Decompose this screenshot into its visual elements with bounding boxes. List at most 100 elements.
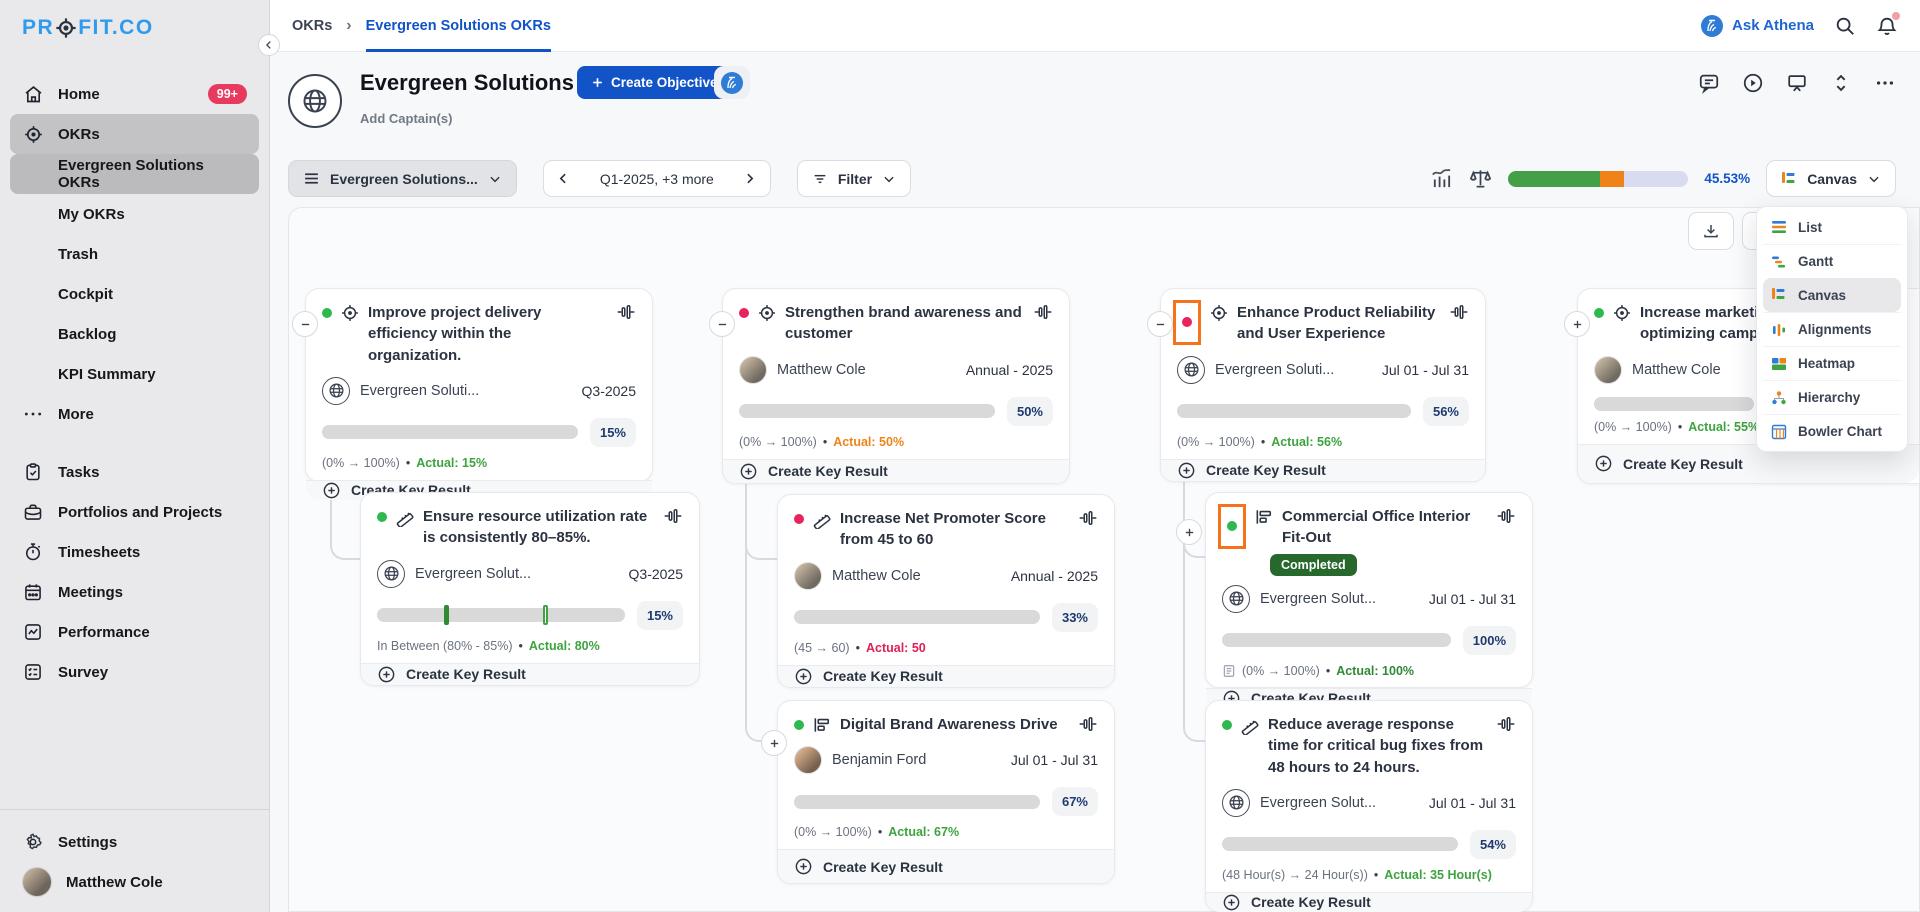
menu-item-heatmap[interactable]: Heatmap — [1763, 346, 1901, 380]
menu-item-gantt[interactable]: Gantt — [1763, 244, 1901, 278]
sidebar-item-meetings[interactable]: Meetings — [10, 572, 259, 612]
search-icon[interactable] — [1834, 15, 1856, 37]
plus-icon — [591, 76, 604, 89]
minus-icon — [717, 319, 728, 330]
expand-collapse-icon[interactable] — [1830, 72, 1852, 94]
key-result-card[interactable]: Commercial Office Interior Fit-Out Compl… — [1205, 492, 1533, 688]
analytics-icon[interactable] — [1430, 167, 1453, 190]
menu-item-canvas[interactable]: Canvas — [1763, 278, 1901, 312]
project-card[interactable]: Digital Brand Awareness Drive Benjamin F… — [777, 700, 1115, 884]
sidebar-item-cockpit[interactable]: Cockpit — [10, 274, 259, 314]
balance-scale-icon[interactable] — [1469, 167, 1492, 190]
view-selector-dropdown[interactable]: Canvas — [1766, 160, 1896, 197]
alignment-icon[interactable] — [616, 302, 636, 322]
objective-title[interactable]: Strengthen brand awareness and customer — [785, 302, 1025, 345]
more-options-icon[interactable] — [1874, 72, 1896, 94]
menu-item-bowler-chart[interactable]: Bowler Chart — [1763, 414, 1901, 448]
objective-card[interactable]: Strengthen brand awareness and customer … — [722, 288, 1070, 484]
objective-title[interactable]: Enhance Product Reliability and User Exp… — [1237, 302, 1441, 345]
menu-item-alignments[interactable]: Alignments — [1763, 312, 1901, 346]
alignment-icon[interactable] — [1496, 506, 1516, 526]
filter-button[interactable]: Filter — [797, 160, 911, 197]
alignment-icon[interactable] — [1449, 302, 1469, 322]
objective-target-icon — [757, 303, 777, 323]
collapse-node-button[interactable] — [1147, 311, 1173, 337]
range-text: (0% → 100%) — [739, 435, 817, 449]
key-result-title[interactable]: Reduce average response time for critica… — [1268, 714, 1488, 778]
status-dot — [794, 514, 804, 524]
key-result-card[interactable]: Increase Net Promoter Score from 45 to 6… — [777, 494, 1115, 688]
expand-node-button[interactable] — [761, 730, 787, 756]
objective-card[interactable]: Enhance Product Reliability and User Exp… — [1160, 288, 1486, 482]
menu-item-hierarchy[interactable]: Hierarchy — [1763, 380, 1901, 414]
bell-icon[interactable] — [1876, 15, 1898, 37]
objective-card[interactable]: Improve project delivery efficiency with… — [305, 288, 653, 482]
create-key-result-button[interactable]: Create Key Result — [361, 663, 699, 685]
create-key-result-button[interactable]: Create Key Result — [1206, 892, 1532, 912]
alignment-icon[interactable] — [1078, 714, 1098, 734]
collapse-node-button[interactable] — [292, 311, 318, 337]
project-title[interactable]: Digital Brand Awareness Drive — [840, 714, 1070, 735]
create-objective-button[interactable]: Create Objective — [577, 66, 732, 99]
sidebar-item-backlog[interactable]: Backlog — [10, 314, 259, 354]
expand-node-button[interactable] — [1564, 311, 1590, 337]
next-period-button[interactable] — [730, 161, 770, 196]
user-name: Matthew Cole — [66, 874, 163, 891]
globe-icon — [301, 87, 329, 115]
alignment-icon[interactable] — [663, 506, 683, 526]
alignment-icon[interactable] — [1496, 714, 1516, 734]
percent-badge: 100% — [1463, 626, 1516, 655]
heatmap-view-icon — [1771, 356, 1787, 372]
actual-value: Actual: 80% — [529, 639, 600, 653]
create-key-result-button[interactable]: Create Key Result — [1161, 459, 1485, 481]
key-result-card[interactable]: Ensure resource utilization rate is cons… — [360, 492, 700, 686]
objective-title[interactable]: Improve project delivery efficiency with… — [368, 302, 608, 366]
create-key-result-button[interactable]: Create Key Result — [723, 459, 1069, 483]
sidebar-item-more[interactable]: More — [10, 394, 259, 434]
breadcrumb-current-tab[interactable]: Evergreen Solutions OKRs — [366, 0, 551, 52]
previous-period-button[interactable] — [544, 161, 584, 196]
alignment-icon[interactable] — [1078, 508, 1098, 528]
sidebar-item-portfolios-projects[interactable]: Portfolios and Projects — [10, 492, 259, 532]
sidebar-item-settings[interactable]: Settings — [10, 822, 259, 862]
status-badge: Completed — [1270, 554, 1357, 576]
sidebar-item-evergreen-solutions-okrs[interactable]: Evergreen Solutions OKRs — [10, 154, 259, 194]
comment-icon[interactable] — [1698, 72, 1720, 94]
breadcrumb-okrs[interactable]: OKRs — [292, 18, 332, 34]
alignment-icon[interactable] — [1033, 302, 1053, 322]
create-key-result-label: Create Key Result — [823, 859, 943, 875]
sidebar-user[interactable]: Matthew Cole — [10, 862, 259, 902]
menu-item-label: Heatmap — [1798, 356, 1855, 371]
sidebar-item-performance[interactable]: Performance — [10, 612, 259, 652]
briefcase-icon — [22, 501, 44, 523]
sidebar-collapse-button[interactable] — [258, 34, 280, 56]
period-label[interactable]: Q1-2025, +3 more — [584, 161, 730, 196]
download-button[interactable] — [1688, 212, 1734, 250]
sidebar-item-okrs[interactable]: OKRs — [10, 114, 259, 154]
expand-node-button[interactable] — [1176, 519, 1202, 545]
range-text: (48 Hour(s) → 24 Hour(s)) — [1222, 868, 1368, 882]
sidebar-item-my-okrs[interactable]: My OKRs — [10, 194, 259, 234]
sidebar-item-kpi-summary[interactable]: KPI Summary — [10, 354, 259, 394]
create-key-result-button[interactable]: Create Key Result — [778, 849, 1114, 883]
ask-athena-button[interactable]: Ask Athena — [1700, 14, 1814, 38]
play-video-icon[interactable] — [1742, 72, 1764, 94]
athena-assistant-button[interactable] — [714, 66, 750, 99]
team-selector-dropdown[interactable]: Evergreen Solutions... — [288, 160, 517, 197]
add-captains-link[interactable]: Add Captain(s) — [360, 111, 452, 126]
key-result-title[interactable]: Commercial Office Interior Fit-Out — [1282, 506, 1488, 549]
menu-item-list[interactable]: List — [1763, 210, 1901, 244]
sidebar-item-survey[interactable]: Survey — [10, 652, 259, 692]
sidebar-item-timesheets[interactable]: Timesheets — [10, 532, 259, 572]
logo-text-prefix: PR — [22, 16, 54, 40]
sidebar-item-tasks[interactable]: Tasks — [10, 452, 259, 492]
calendar-icon — [22, 581, 44, 603]
key-result-title[interactable]: Increase Net Promoter Score from 45 to 6… — [840, 508, 1070, 551]
sidebar-item-home[interactable]: Home 99+ — [10, 74, 259, 114]
presentation-icon[interactable] — [1786, 72, 1808, 94]
sidebar-item-trash[interactable]: Trash — [10, 234, 259, 274]
key-result-card[interactable]: Reduce average response time for critica… — [1205, 700, 1533, 912]
key-result-title[interactable]: Ensure resource utilization rate is cons… — [423, 506, 655, 549]
create-key-result-button[interactable]: Create Key Result — [778, 665, 1114, 687]
collapse-node-button[interactable] — [709, 311, 735, 337]
